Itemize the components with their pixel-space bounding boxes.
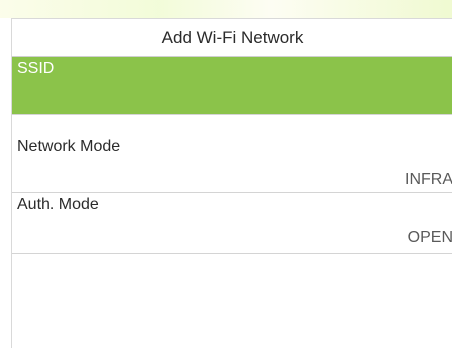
watermark-strip [0,0,452,18]
ssid-field-row[interactable]: SSID [12,57,452,115]
auth-mode-row[interactable]: Auth. Mode OPEN [12,193,452,254]
ssid-label: SSID [17,60,55,77]
page-title: Add Wi-Fi Network [12,19,452,57]
auth-mode-label: Auth. Mode [17,196,99,213]
auth-mode-value: OPEN [407,229,452,246]
device-screen-frame: Add Wi-Fi Network SSID Network Mode INFR… [0,0,452,348]
network-mode-label: Network Mode [17,138,121,155]
add-wifi-network-screen: Add Wi-Fi Network SSID Network Mode INFR… [11,18,452,348]
network-mode-row[interactable]: Network Mode INFRA [12,135,452,193]
network-mode-value: INFRA [405,171,452,188]
